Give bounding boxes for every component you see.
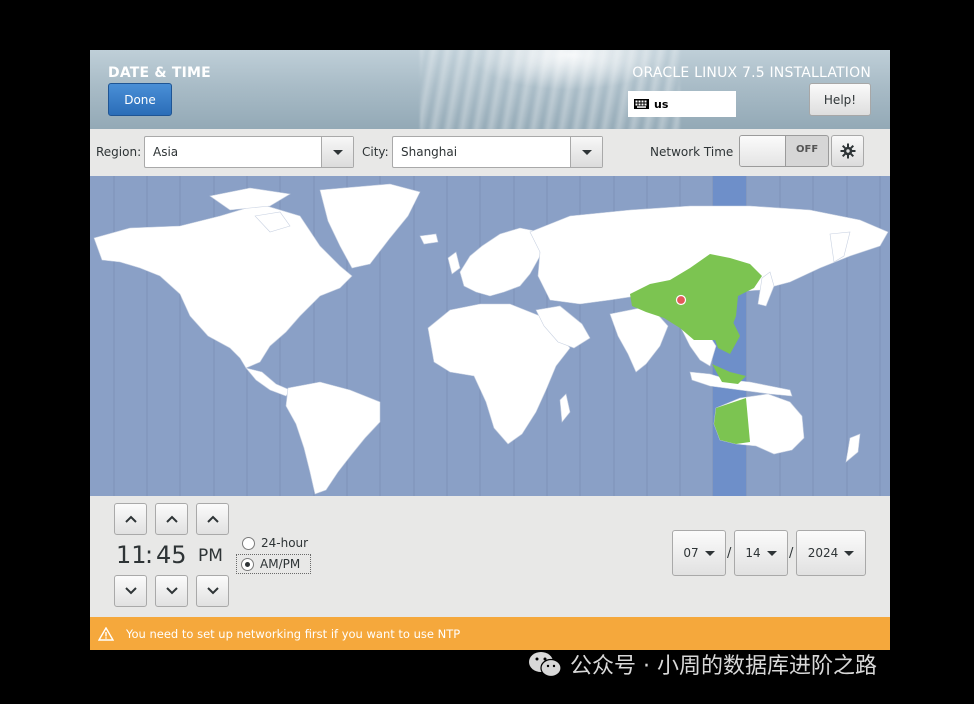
ampm-up-button[interactable] <box>196 503 229 535</box>
chevron-down-icon <box>124 587 137 595</box>
watermark-text: 公众号 · 小周的数据库进阶之路 <box>570 654 877 679</box>
date-separator: / <box>727 546 732 561</box>
chevron-up-icon <box>206 515 219 523</box>
keyboard-icon <box>634 99 649 109</box>
minute-down-button[interactable] <box>155 575 188 607</box>
switch-state: OFF <box>796 144 819 155</box>
day-value: 14 <box>745 546 761 560</box>
chevron-up-icon <box>124 515 137 523</box>
network-time-label: Network Time <box>650 145 734 159</box>
done-button[interactable]: Done <box>108 83 172 116</box>
city-combo[interactable]: Shanghai <box>392 136 603 168</box>
city-dropdown-button[interactable] <box>570 137 602 167</box>
warning-icon <box>98 626 114 641</box>
chevron-down-icon <box>581 149 592 155</box>
format-ampm-label: AM/PM <box>260 557 301 571</box>
header-bar: DATE & TIME Done ORACLE LINUX 7.5 INSTAL… <box>90 50 890 129</box>
help-button[interactable]: Help! <box>809 83 871 116</box>
region-dropdown-button[interactable] <box>321 137 353 167</box>
chevron-down-icon <box>766 550 777 556</box>
month-value: 07 <box>683 546 699 560</box>
chevron-up-icon <box>165 515 178 523</box>
format-24-label: 24-hour <box>261 536 309 550</box>
installer-window: DATE & TIME Done ORACLE LINUX 7.5 INSTAL… <box>90 50 890 650</box>
wechat-icon <box>529 652 562 678</box>
chevron-down-icon <box>704 550 715 556</box>
product-title: ORACLE LINUX 7.5 INSTALLATION <box>632 65 871 81</box>
time-separator: : <box>145 541 154 569</box>
location-pin-icon <box>675 294 687 306</box>
time-date-panel: 11 : 45 PM 24-hour AM/PM 07 / 14 / 2024 <box>90 496 890 617</box>
warning-bar: You need to set up networking first if y… <box>90 617 890 650</box>
region-value: Asia <box>153 145 179 159</box>
gear-icon <box>840 143 855 159</box>
radio-circle[interactable] <box>242 536 255 550</box>
period-display: PM <box>198 546 223 566</box>
region-combo[interactable]: Asia <box>144 136 354 168</box>
day-combo[interactable]: 14 <box>734 530 788 576</box>
watermark: 公众号 · 小周的数据库进阶之路 <box>528 648 877 680</box>
keyboard-layout-label: us <box>654 97 669 111</box>
chevron-down-icon <box>844 550 855 556</box>
city-value: Shanghai <box>401 145 458 159</box>
network-time-switch[interactable]: OFF <box>739 135 829 167</box>
radio-circle-selected[interactable] <box>241 557 254 571</box>
chevron-down-icon <box>332 149 343 155</box>
keyboard-layout-indicator[interactable]: us <box>628 91 736 117</box>
page-title: DATE & TIME <box>108 65 211 81</box>
month-combo[interactable]: 07 <box>672 530 726 576</box>
format-24-radio[interactable]: 24-hour <box>242 536 308 550</box>
world-map[interactable] <box>90 176 890 496</box>
timezone-map[interactable] <box>90 176 890 496</box>
year-value: 2024 <box>807 546 839 560</box>
warning-message: You need to set up networking first if y… <box>126 626 461 641</box>
switch-knob[interactable] <box>740 136 786 166</box>
date-separator: / <box>789 546 794 561</box>
hour-display: 11 <box>116 541 147 569</box>
ampm-down-button[interactable] <box>196 575 229 607</box>
timezone-controls: Region: Asia City: Shanghai Network Time… <box>90 129 890 176</box>
region-label: Region: <box>96 145 142 159</box>
hour-down-button[interactable] <box>114 575 147 607</box>
format-ampm-radio[interactable]: AM/PM <box>235 554 312 574</box>
ntp-config-button[interactable] <box>831 135 864 167</box>
minute-display: 45 <box>156 541 187 569</box>
city-label: City: <box>362 145 389 159</box>
hour-up-button[interactable] <box>114 503 147 535</box>
chevron-down-icon <box>206 587 219 595</box>
chevron-down-icon <box>165 587 178 595</box>
minute-up-button[interactable] <box>155 503 188 535</box>
year-combo[interactable]: 2024 <box>796 530 866 576</box>
